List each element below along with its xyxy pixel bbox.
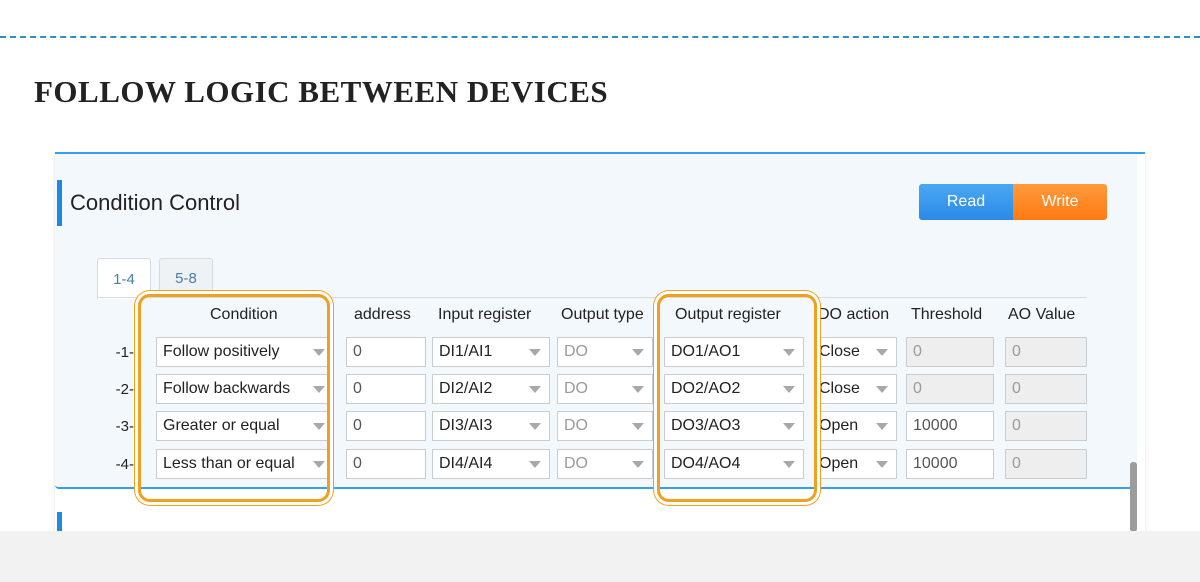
chevron-down-icon [876,461,888,468]
panel-title: Condition Control [70,190,240,215]
chevron-down-icon [876,423,888,430]
dashed-divider [0,36,1200,38]
threshold-input[interactable]: 10000 [906,411,994,441]
column-header-output-type: Output type [561,306,644,323]
threshold-input[interactable]: 0 [906,374,994,404]
row-label: -4- [115,456,134,473]
chevron-down-icon [632,349,644,356]
address-input[interactable]: 0 [346,374,426,404]
row-label: -1- [115,344,134,361]
threshold-input[interactable]: 10000 [906,449,994,479]
do-action-select[interactable]: Open [815,411,897,441]
output-type-select[interactable]: DO [557,337,653,367]
output-type-select[interactable]: DO [557,411,653,441]
chevron-down-icon [529,423,541,430]
chevron-down-icon [632,423,644,430]
output-type-select[interactable]: DO [557,374,653,404]
input-register-select[interactable]: DI3/AI3 [432,411,550,441]
do-action-select[interactable]: Close [815,374,897,404]
threshold-input[interactable]: 0 [906,337,994,367]
chevron-down-icon [529,349,541,356]
row-label: -2- [115,381,134,398]
read-button[interactable]: Read [919,184,1013,220]
condition-column-highlight [138,294,330,502]
column-header-input-register: Input register [438,306,532,323]
ao-value-input[interactable]: 0 [1005,337,1087,367]
address-input[interactable]: 0 [346,337,426,367]
address-input[interactable]: 0 [346,449,426,479]
chevron-down-icon [876,386,888,393]
chevron-down-icon [876,349,888,356]
do-action-select[interactable]: Open [815,449,897,479]
chevron-down-icon [632,461,644,468]
chevron-down-icon [529,461,541,468]
output-type-select[interactable]: DO [557,449,653,479]
write-button[interactable]: Write [1013,184,1107,220]
row-label: -3- [115,418,134,435]
page-heading: FOLLOW LOGIC BETWEEN DEVICES [34,74,609,109]
input-register-select[interactable]: DI2/AI2 [432,374,550,404]
ao-value-input[interactable]: 0 [1005,374,1087,404]
input-register-select[interactable]: DI1/AI1 [432,337,550,367]
page-footer-band [0,531,1200,582]
input-register-select[interactable]: DI4/AI4 [432,449,550,479]
do-action-select[interactable]: Close [815,337,897,367]
chevron-down-icon [529,386,541,393]
tab-5-8[interactable]: 5-8 [159,258,213,297]
vertical-scrollbar[interactable] [1130,462,1137,532]
ao-value-input[interactable]: 0 [1005,411,1087,441]
column-header-address: address [354,306,411,323]
column-header-ao-value: AO Value [1008,306,1076,323]
address-input[interactable]: 0 [346,411,426,441]
tab-1-4[interactable]: 1-4 [97,258,151,299]
ao-value-input[interactable]: 0 [1005,449,1087,479]
section-accent-bar [57,180,62,226]
column-header-threshold: Threshold [911,306,983,323]
chevron-down-icon [632,386,644,393]
output-register-column-highlight [657,294,817,502]
column-header-do-action: DO action [818,306,890,323]
